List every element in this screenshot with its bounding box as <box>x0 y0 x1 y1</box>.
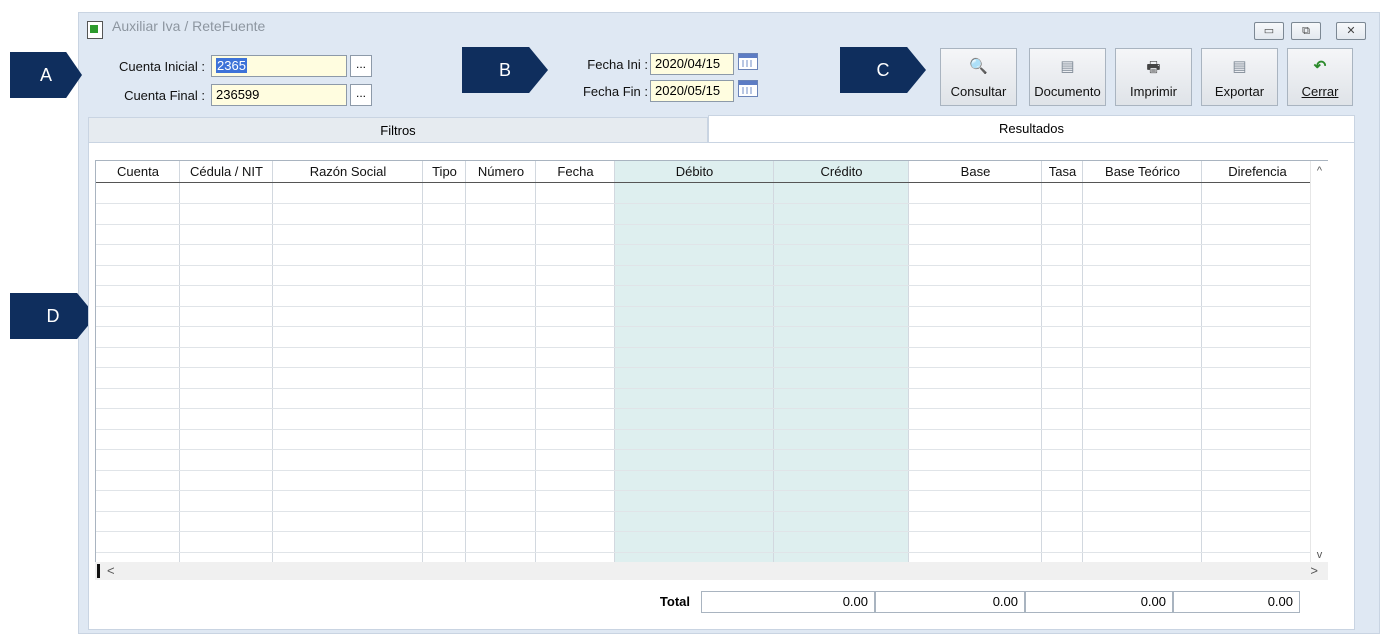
col-header-tipo[interactable]: Tipo <box>423 161 466 183</box>
fecha-fin-field[interactable]: 2020/05/15 <box>650 80 734 102</box>
table-row-line <box>96 429 1327 430</box>
table-row-line <box>96 285 1327 286</box>
minimize-icon: ▭ <box>1263 25 1275 37</box>
grid-column <box>423 161 466 562</box>
table-row-line <box>96 203 1327 204</box>
total-diferencia: 0.00 <box>1173 591 1300 613</box>
cuenta-final-field[interactable]: 236599 <box>211 84 347 106</box>
col-header-debito[interactable]: Débito <box>615 161 774 183</box>
fecha-ini-field[interactable]: 2020/04/15 <box>650 53 734 75</box>
table-row-line <box>96 490 1327 491</box>
undo-arrow-icon: ↶ <box>1313 58 1327 75</box>
table-row-line <box>96 306 1327 307</box>
grid-column <box>180 161 273 562</box>
fecha-ini-calendar-icon[interactable] <box>738 53 758 70</box>
exportar-button[interactable]: ▤ Exportar <box>1201 48 1278 106</box>
search-icon: 🔍 <box>969 58 988 75</box>
consultar-label: Consultar <box>950 84 1007 99</box>
vertical-scrollbar[interactable]: ^ v <box>1310 161 1328 563</box>
cuenta-inicial-label: Cuenta Inicial : <box>119 59 205 74</box>
table-row-line <box>96 388 1327 389</box>
cuenta-inicial-value: 2365 <box>216 58 247 73</box>
scroll-down-icon[interactable]: v <box>1311 549 1328 561</box>
marker-a: A <box>10 52 82 98</box>
results-grid: Cuenta Cédula / NIT Razón Social Tipo Nú… <box>95 160 1328 563</box>
cuenta-final-label: Cuenta Final : <box>124 88 205 103</box>
table-row-line <box>96 408 1327 409</box>
table-row-line <box>96 511 1327 512</box>
cuenta-inicial-field[interactable]: 2365 <box>211 55 347 77</box>
cerrar-button[interactable]: ↶ Cerrar <box>1287 48 1353 106</box>
tab-resultados[interactable]: Resultados <box>708 115 1355 143</box>
cuenta-inicial-lookup-button[interactable]: ... <box>350 55 372 77</box>
table-row-line <box>96 449 1327 450</box>
col-header-base[interactable]: Base <box>909 161 1042 183</box>
imprimir-button[interactable]: 🖶 Imprimir <box>1115 48 1192 106</box>
grid-column <box>1202 161 1313 562</box>
tab-filtros[interactable]: Filtros <box>88 117 708 143</box>
fecha-ini-label: Fecha Ini : <box>587 57 648 72</box>
grid-column <box>1042 161 1083 562</box>
grid-column <box>1083 161 1202 562</box>
col-header-cedula[interactable]: Cédula / NIT <box>180 161 273 183</box>
restore-button[interactable]: ⧉ <box>1291 22 1321 40</box>
restore-icon: ⧉ <box>1302 25 1310 37</box>
table-row-line <box>96 347 1327 348</box>
grid-column <box>273 161 423 562</box>
col-header-razon-social[interactable]: Razón Social <box>273 161 423 183</box>
table-row-line <box>96 265 1327 266</box>
fecha-fin-calendar-icon[interactable] <box>738 80 758 97</box>
table-row-line <box>96 531 1327 532</box>
grid-column <box>615 161 774 562</box>
cerrar-label: Cerrar <box>1301 84 1339 99</box>
total-base: 0.00 <box>1025 591 1173 613</box>
cuenta-final-lookup-button[interactable]: ... <box>350 84 372 106</box>
close-icon: ✕ <box>1346 25 1356 37</box>
table-row-line <box>96 326 1327 327</box>
consultar-button[interactable]: 🔍 Consultar <box>940 48 1017 106</box>
grid-column <box>536 161 615 562</box>
col-header-numero[interactable]: Número <box>466 161 536 183</box>
col-header-fecha[interactable]: Fecha <box>536 161 615 183</box>
fecha-fin-label: Fecha Fin : <box>582 84 648 99</box>
table-row-line <box>96 470 1327 471</box>
scroll-left-icon[interactable]: < <box>107 563 115 578</box>
printer-icon: 🖶 <box>1146 59 1161 76</box>
documento-button[interactable]: ▤ Documento <box>1029 48 1106 106</box>
col-header-cuenta[interactable]: Cuenta <box>96 161 180 183</box>
documento-label: Documento <box>1034 84 1101 99</box>
app-icon <box>87 21 103 39</box>
col-header-diferencia[interactable]: Direfencia <box>1202 161 1313 183</box>
table-row-line <box>96 244 1327 245</box>
grid-column <box>466 161 536 562</box>
scroll-right-icon[interactable]: > <box>1310 563 1318 578</box>
col-header-base-teorico[interactable]: Base Teórico <box>1083 161 1202 183</box>
minimize-button[interactable]: ▭ <box>1254 22 1284 40</box>
table-row-line <box>96 367 1327 368</box>
close-button[interactable]: ✕ <box>1336 22 1366 40</box>
col-header-tasa[interactable]: Tasa <box>1042 161 1083 183</box>
table-row-line <box>96 224 1327 225</box>
scroll-up-icon[interactable]: ^ <box>1311 165 1328 177</box>
document-icon: ▤ <box>1060 58 1075 75</box>
col-header-credito[interactable]: Crédito <box>774 161 909 183</box>
total-label: Total <box>659 594 690 609</box>
horizontal-scrollbar[interactable]: < > <box>95 562 1328 580</box>
export-icon: ▤ <box>1232 58 1247 75</box>
grid-column <box>909 161 1042 562</box>
grid-column <box>96 161 180 562</box>
total-credito: 0.00 <box>875 591 1025 613</box>
imprimir-label: Imprimir <box>1130 84 1177 99</box>
scroll-thumb[interactable] <box>97 564 100 578</box>
grid-column <box>774 161 909 562</box>
window-title: Auxiliar Iva / ReteFuente <box>112 18 266 34</box>
table-row-line <box>96 552 1327 553</box>
exportar-label: Exportar <box>1214 84 1265 99</box>
total-debito: 0.00 <box>701 591 875 613</box>
